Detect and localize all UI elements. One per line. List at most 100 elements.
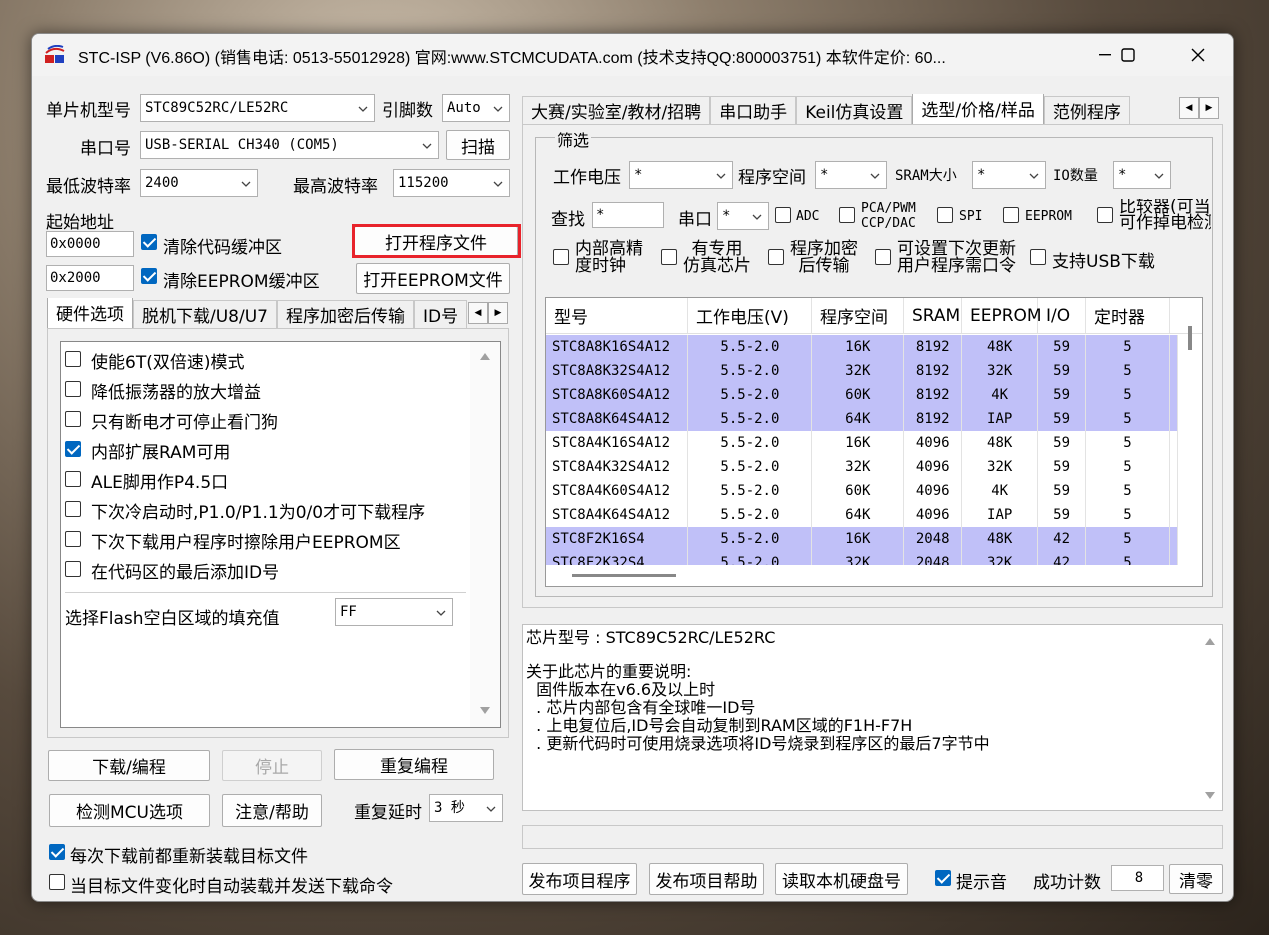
port-label: 串口号 [80, 139, 131, 159]
repeat-program-button[interactable]: 重复编程 [334, 749, 494, 780]
table-row[interactable]: STC8A4K60S4A12 5.5-2.0 60K 4096 4K 59 5 [546, 479, 1178, 503]
horizontal-scroll-thumb[interactable] [572, 574, 676, 577]
repeat-delay-select[interactable]: 3 秒 [429, 794, 503, 822]
table-row[interactable]: STC8A4K32S4A12 5.5-2.0 32K 4096 32K 59 5 [546, 455, 1178, 479]
port-select[interactable]: USB-SERIAL CH340 (COM5) [140, 131, 439, 159]
tab-contest[interactable]: 大赛/实验室/教材/招聘 [522, 96, 711, 124]
table-cell: IAP [961, 503, 1039, 527]
emulator-checkbox[interactable] [661, 249, 677, 265]
sram-select[interactable]: * [972, 161, 1046, 189]
column-header[interactable]: EEPROM [962, 298, 1042, 333]
table-row[interactable]: STC8A8K32S4A12 5.5-2.0 32K 8192 32K 59 5 [546, 359, 1178, 383]
scroll-left-icon[interactable]: ◀ [468, 302, 488, 324]
help-button[interactable]: 注意/帮助 [222, 794, 322, 827]
flash-fill-select[interactable]: FF [335, 598, 453, 626]
tab-offline-download[interactable]: 脱机下载/U8/U7 [133, 300, 277, 328]
option-checkbox[interactable] [65, 531, 81, 547]
scroll-right-icon[interactable]: ▶ [1199, 97, 1219, 119]
column-header[interactable]: 型号 [546, 298, 688, 333]
reload-checkbox[interactable] [49, 844, 65, 860]
encrypt-checkbox[interactable] [768, 249, 784, 265]
spi-checkbox[interactable] [937, 207, 953, 223]
clear-eeprom-checkbox[interactable] [141, 268, 157, 284]
scroll-down-icon[interactable] [1205, 792, 1215, 800]
table-row[interactable]: STC8A4K64S4A12 5.5-2.0 64K 4096 IAP 59 5 [546, 503, 1178, 527]
table-row[interactable]: STC8A8K60S4A12 5.5-2.0 60K 8192 4K 59 5 [546, 383, 1178, 407]
scroll-up-icon[interactable] [480, 352, 490, 360]
close-button[interactable] [1175, 34, 1221, 76]
clear-code-checkbox[interactable] [141, 234, 157, 250]
table-cell: STC8A8K60S4A12 [546, 383, 689, 407]
scroll-down-icon[interactable] [480, 707, 490, 715]
option-checkbox[interactable] [65, 471, 81, 487]
column-header[interactable]: SRAM [904, 298, 962, 333]
scroll-left-icon[interactable]: ◀ [1179, 97, 1199, 119]
search-input[interactable]: * [592, 202, 664, 228]
table-cell: 59 [1037, 335, 1087, 359]
mcu-type-select[interactable]: STC89C52RC/LE52RC [140, 94, 375, 122]
comparator-checkbox[interactable] [1097, 207, 1113, 223]
right-tab-scroller[interactable]: ◀ ▶ [1179, 97, 1219, 119]
table-body[interactable]: STC8A8K16S4A12 5.5-2.0 16K 8192 48K 59 5 STC8A8… [546, 335, 1178, 565]
internal-osc-checkbox[interactable] [553, 249, 569, 265]
io-count-select[interactable]: * [1113, 161, 1171, 189]
tab-selection-price[interactable]: 选型/价格/样品 [912, 94, 1044, 124]
title-bar: STC-ISP (V6.86O) (销售电话: 0513-55012928) 官… [32, 34, 1233, 76]
eeprom-address-input[interactable]: 0x2000 [46, 265, 134, 291]
table-row[interactable]: STC8A4K16S4A12 5.5-2.0 16K 4096 48K 59 5 [546, 431, 1178, 455]
success-count-label: 成功计数 [1033, 873, 1101, 893]
code-address-input[interactable]: 0x0000 [46, 231, 134, 257]
max-baud-select[interactable]: 115200 [393, 169, 510, 197]
options-scrollbar[interactable] [470, 342, 500, 727]
tab-keil-debug[interactable]: Keil仿真设置 [796, 96, 913, 124]
password-checkbox[interactable] [875, 249, 891, 265]
program-space-select[interactable]: * [815, 161, 887, 189]
scroll-up-icon[interactable] [1205, 637, 1215, 645]
read-disk-button[interactable]: 读取本机硬盘号 [775, 863, 908, 895]
eeprom-checkbox[interactable] [1003, 207, 1019, 223]
column-header[interactable]: 工作电压(V) [688, 298, 812, 333]
table-row[interactable]: STC8A8K64S4A12 5.5-2.0 64K 8192 IAP 59 5 [546, 407, 1178, 431]
option-checkbox[interactable] [65, 411, 81, 427]
open-eeprom-button[interactable]: 打开EEPROM文件 [356, 263, 510, 294]
option-checkbox[interactable] [65, 381, 81, 397]
option-checkbox[interactable] [65, 351, 81, 367]
column-header[interactable]: 定时器 [1086, 298, 1170, 333]
tab-encrypt-transfer[interactable]: 程序加密后传输 [276, 300, 414, 328]
tab-hardware-options[interactable]: 硬件选项 [47, 298, 133, 328]
left-tab-scroller[interactable]: ◀ ▶ [468, 302, 508, 324]
table-row[interactable]: STC8F2K16S4 5.5-2.0 16K 2048 48K 42 5 [546, 527, 1178, 551]
stop-button[interactable]: 停止 [222, 750, 322, 781]
pins-select[interactable]: Auto [442, 94, 510, 122]
column-header[interactable]: 程序空间 [812, 298, 904, 333]
table-cell: 4096 [903, 431, 963, 455]
download-program-button[interactable]: 下载/编程 [48, 750, 210, 781]
publish-help-button[interactable]: 发布项目帮助 [649, 863, 764, 895]
min-baud-select[interactable]: 2400 [140, 169, 258, 197]
table-row[interactable]: STC8A8K16S4A12 5.5-2.0 16K 8192 48K 59 5 [546, 335, 1178, 359]
option-checkbox[interactable] [65, 441, 81, 457]
publish-program-button[interactable]: 发布项目程序 [522, 863, 637, 895]
tab-examples[interactable]: 范例程序 [1043, 96, 1130, 124]
option-checkbox[interactable] [65, 501, 81, 517]
vertical-scroll-thumb[interactable] [1188, 326, 1192, 350]
auto-load-checkbox[interactable] [49, 874, 65, 890]
adc-checkbox[interactable] [775, 207, 791, 223]
voltage-select[interactable]: * [629, 161, 733, 189]
check-mcu-button[interactable]: 检测MCU选项 [49, 794, 210, 827]
column-header[interactable]: I/O [1038, 298, 1086, 333]
table-cell: 5 [1085, 527, 1170, 551]
uart-select[interactable]: * [717, 202, 769, 230]
table-cell: 4K [961, 479, 1039, 503]
maximize-button[interactable] [1105, 34, 1151, 76]
tab-id[interactable]: ID号 [413, 300, 467, 328]
scan-button[interactable]: 扫描 [446, 130, 510, 160]
scroll-right-icon[interactable]: ▶ [488, 302, 508, 324]
pca-checkbox[interactable] [839, 207, 855, 223]
sound-checkbox[interactable] [935, 870, 951, 886]
usb-checkbox[interactable] [1030, 249, 1046, 265]
tab-serial-assistant[interactable]: 串口助手 [710, 96, 797, 124]
table-row[interactable]: STC8F2K32S4 5.5-2.0 32K 2048 32K 42 5 [546, 551, 1178, 565]
clear-count-button[interactable]: 清零 [1169, 864, 1223, 894]
option-checkbox[interactable] [65, 561, 81, 577]
